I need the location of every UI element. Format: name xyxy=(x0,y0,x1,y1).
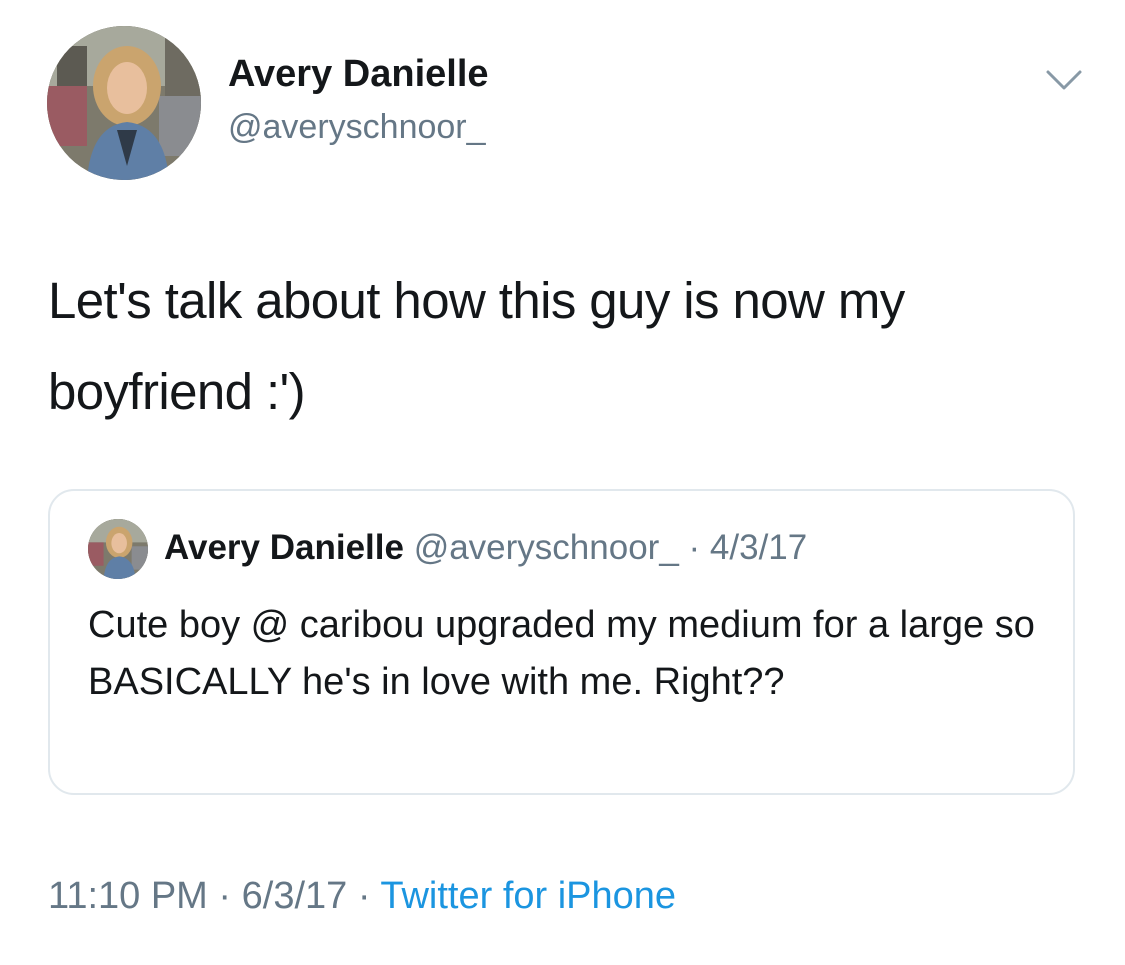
quoted-tweet-handle: @averyschnoor_ xyxy=(413,528,679,567)
chevron-down-icon[interactable] xyxy=(1044,66,1084,98)
quoted-tweet-separator: · xyxy=(688,528,701,567)
quoted-tweet-avatar xyxy=(88,519,148,579)
quoted-tweet-display-name: Avery Danielle xyxy=(164,528,404,567)
profile-photo xyxy=(47,26,201,180)
tweet: Avery Danielle @averyschnoor_ Let's talk… xyxy=(0,0,1125,965)
tweet-source-link[interactable]: Twitter for iPhone xyxy=(380,875,676,917)
tweet-date: 6/3/17 xyxy=(241,875,348,917)
meta-separator: · xyxy=(357,875,371,917)
tweet-text: Let's talk about how this guy is now my … xyxy=(48,272,905,420)
user-handle[interactable]: @averyschnoor_ xyxy=(228,107,486,147)
tweet-metadata: 11:10 PM · 6/3/17 · Twitter for iPhone xyxy=(48,873,676,919)
profile-photo xyxy=(88,519,148,579)
display-name[interactable]: Avery Danielle xyxy=(228,52,489,96)
quoted-tweet-header: Avery Danielle @averyschnoor_ · 4/3/17 xyxy=(164,527,807,569)
quoted-tweet-date: 4/3/17 xyxy=(709,528,808,567)
tweet-time: 11:10 PM xyxy=(48,875,208,917)
meta-separator: · xyxy=(218,875,232,917)
quoted-tweet-text: Cute boy @ caribou upgraded my medium fo… xyxy=(88,604,1035,703)
quoted-tweet[interactable]: Avery Danielle @averyschnoor_ · 4/3/17 C… xyxy=(48,489,1075,795)
avatar[interactable] xyxy=(47,26,201,180)
